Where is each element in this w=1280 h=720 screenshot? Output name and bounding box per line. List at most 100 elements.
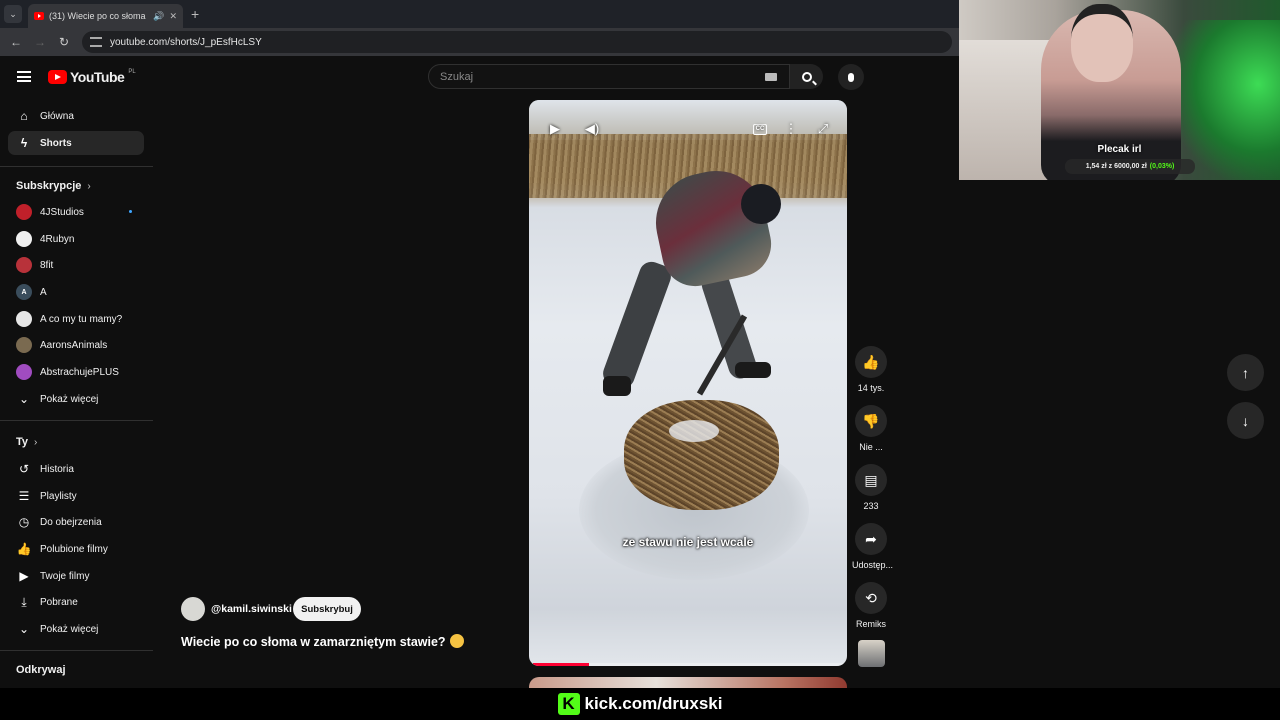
video-frame-figure	[603, 376, 631, 396]
keyboard-icon[interactable]	[765, 73, 777, 81]
video-frame-straw	[624, 400, 779, 510]
subscriptions-header[interactable]: Subskrypcje ›	[16, 180, 91, 192]
show-more-you[interactable]: ⌄ Pokaż więcej	[8, 617, 144, 641]
comment-count: 233	[863, 501, 879, 511]
sidebar: ⌂ Główna ϟ Shorts Subskrypcje › 4JStudios…	[0, 100, 153, 720]
previous-short-button[interactable]: ↑	[1227, 354, 1264, 391]
explore-header: Odkrywaj	[16, 664, 66, 676]
channel-avatar	[16, 257, 32, 273]
search-placeholder: Szukaj	[440, 70, 474, 83]
sidebar-item-home[interactable]: ⌂ Główna	[8, 104, 144, 128]
video-progress-bar[interactable]	[533, 663, 843, 666]
sidebar-item-shorts[interactable]: ϟ Shorts	[8, 131, 144, 155]
streamer-head	[1071, 4, 1133, 82]
kick-banner: K kick.com/druxski	[0, 688, 1280, 720]
play-icon[interactable]: ▶	[544, 118, 566, 140]
chevron-down-icon: ⌄	[18, 392, 30, 406]
sidebar-item-subscription[interactable]: 8fit	[8, 253, 144, 277]
back-arrow-icon[interactable]: ←	[4, 35, 28, 49]
kick-url: kick.com/druxski	[584, 694, 723, 713]
comments-button[interactable]: ▤ 233	[852, 464, 890, 511]
your-videos-icon: ▶	[19, 569, 29, 583]
dislike-button[interactable]: 👎 Nie ...	[852, 405, 890, 452]
comment-icon: ▤	[855, 464, 887, 496]
close-tab-icon[interactable]: ✕	[169, 11, 177, 22]
streamer-webcam: Plecak irl 1,54 zł z 6000,00 zł (0,03%)	[959, 0, 1280, 180]
youtube-favicon-icon	[34, 12, 44, 20]
sidebar-item-your-videos[interactable]: ▶ Twoje filmy	[8, 564, 144, 588]
sidebar-item-subscription[interactable]: A A	[8, 280, 144, 304]
browser-tab[interactable]: (31) Wiecie po co słoma w z 🔊 ✕	[28, 4, 183, 28]
address-bar[interactable]: youtube.com/shorts/J_pEsfHcLSY	[82, 31, 952, 53]
search-input[interactable]: Szukaj	[428, 64, 790, 89]
share-icon: ➦	[855, 523, 887, 555]
remix-label: Remiks	[855, 619, 886, 629]
watch-later-icon: ◷	[18, 515, 30, 529]
menu-icon[interactable]	[17, 71, 31, 82]
more-options-icon[interactable]: ⋮	[780, 118, 802, 140]
sidebar-item-subscription[interactable]: AaronsAnimals	[8, 333, 144, 357]
webcam-background-light	[1170, 20, 1280, 180]
video-subtitle: ze stawu nie jest wcale	[622, 535, 754, 549]
sidebar-item-subscription[interactable]: 4Rubyn	[8, 227, 144, 251]
channel-avatar	[16, 311, 32, 327]
playlist-icon: ☰	[18, 489, 30, 503]
reload-icon[interactable]: ↻	[52, 35, 76, 49]
kick-logo-icon: K	[557, 693, 580, 715]
tab-title: (31) Wiecie po co słoma w z	[49, 11, 148, 21]
sound-thumbnail[interactable]	[858, 640, 885, 667]
shorts-video-player[interactable]: ▶ ◀) CC ⋮ ⤢ ze stawu nie jest wcale	[529, 100, 847, 666]
next-short-button[interactable]: ↓	[1227, 402, 1264, 439]
sidebar-item-subscription[interactable]: A co my tu mamy?	[8, 307, 144, 331]
channel-avatar	[16, 364, 32, 380]
chevron-right-icon: ›	[34, 437, 38, 448]
like-icon: 👍	[16, 542, 32, 556]
masthead: YouTube PL Szukaj	[0, 56, 960, 100]
divider	[0, 650, 153, 651]
subscribe-button[interactable]: Subskrybuj	[293, 597, 361, 621]
thumbs-up-icon: 👍	[855, 346, 887, 378]
channel-avatar	[16, 231, 32, 247]
fullscreen-icon[interactable]: ⤢	[812, 118, 834, 140]
sidebar-item-history[interactable]: ↺ Historia	[8, 457, 144, 481]
sidebar-item-subscription[interactable]: AbstrachujePLUS	[8, 360, 144, 384]
forward-arrow-icon[interactable]: →	[28, 35, 52, 49]
site-info-icon[interactable]	[90, 37, 102, 47]
youtube-play-icon	[48, 70, 67, 84]
like-count: 14 tys.	[857, 383, 885, 393]
channel-name[interactable]: @kamil.siwinski	[211, 603, 292, 615]
like-button[interactable]: 👍 14 tys.	[852, 346, 890, 393]
download-icon: ⤓	[21, 594, 27, 609]
share-button[interactable]: ➦ Udostęp...	[852, 523, 893, 570]
sidebar-item-downloads[interactable]: ⤓ Pobrane	[8, 590, 144, 614]
volume-icon[interactable]: ◀)	[581, 118, 603, 140]
microphone-icon	[848, 72, 854, 82]
channel-avatar: A	[16, 284, 32, 300]
sidebar-item-playlists[interactable]: ☰ Playlisty	[8, 484, 144, 508]
video-title[interactable]: Wiecie po co słoma w zamarzniętym stawie…	[181, 634, 464, 649]
captions-icon[interactable]: CC	[749, 118, 771, 140]
remix-button[interactable]: ⟲ Remiks	[852, 582, 890, 629]
video-frame-figure	[599, 258, 675, 392]
chevron-down-icon: ⌄	[18, 622, 30, 636]
show-more-subscriptions[interactable]: ⌄ Pokaż więcej	[8, 387, 144, 411]
chevron-right-icon: ›	[87, 181, 91, 192]
sidebar-item-watch-later[interactable]: ◷ Do obejrzenia	[8, 510, 144, 534]
speaker-icon[interactable]: 🔊	[153, 11, 164, 22]
voice-search-button[interactable]	[838, 64, 864, 90]
new-tab-button[interactable]: +	[191, 6, 199, 22]
sidebar-item-liked-videos[interactable]: 👍 Polubione filmy	[8, 537, 144, 561]
sidebar-item-subscription[interactable]: 4JStudios	[8, 200, 144, 224]
shorts-icon: ϟ	[20, 136, 28, 150]
search-icon	[801, 71, 812, 82]
video-progress-fill	[533, 663, 589, 666]
channel-avatar[interactable]	[181, 597, 205, 621]
video-frame-snow	[669, 420, 719, 442]
you-header[interactable]: Ty ›	[16, 436, 37, 448]
video-frame-figure	[741, 184, 781, 224]
browser-tab-bar: ⌄ (31) Wiecie po co słoma w z 🔊 ✕ +	[0, 0, 960, 28]
youtube-logo[interactable]: YouTube PL	[48, 69, 136, 85]
divider	[0, 420, 153, 421]
search-button[interactable]	[790, 64, 823, 89]
tab-search-button[interactable]: ⌄	[4, 5, 22, 23]
